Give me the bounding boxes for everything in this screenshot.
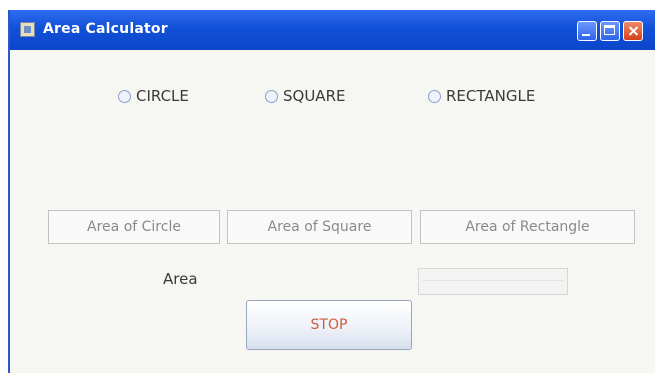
title-bar[interactable]: Area Calculator [10,10,655,50]
minimize-icon[interactable] [577,21,597,41]
radio-square[interactable]: SQUARE [265,87,345,105]
java-app-icon[interactable] [20,22,35,37]
area-label: Area [163,270,198,288]
radio-button-icon[interactable] [265,89,278,103]
radio-label-square: SQUARE [283,87,346,105]
area-result-field[interactable] [418,268,568,295]
radio-button-icon[interactable] [118,89,131,103]
maximize-icon[interactable] [600,21,620,41]
radio-circle[interactable]: CIRCLE [118,87,189,105]
area-of-circle-button[interactable]: Area of Circle [48,210,220,244]
radio-rectangle[interactable]: RECTANGLE [428,87,535,105]
radio-label-rectangle: RECTANGLE [446,87,536,105]
radio-label-circle: CIRCLE [136,87,189,105]
window-title: Area Calculator [43,21,168,37]
close-icon[interactable] [623,21,643,41]
stop-button[interactable]: STOP [246,300,412,350]
area-of-square-button[interactable]: Area of Square [227,210,412,244]
area-of-rectangle-button[interactable]: Area of Rectangle [420,210,635,244]
radio-button-icon[interactable] [428,89,441,103]
